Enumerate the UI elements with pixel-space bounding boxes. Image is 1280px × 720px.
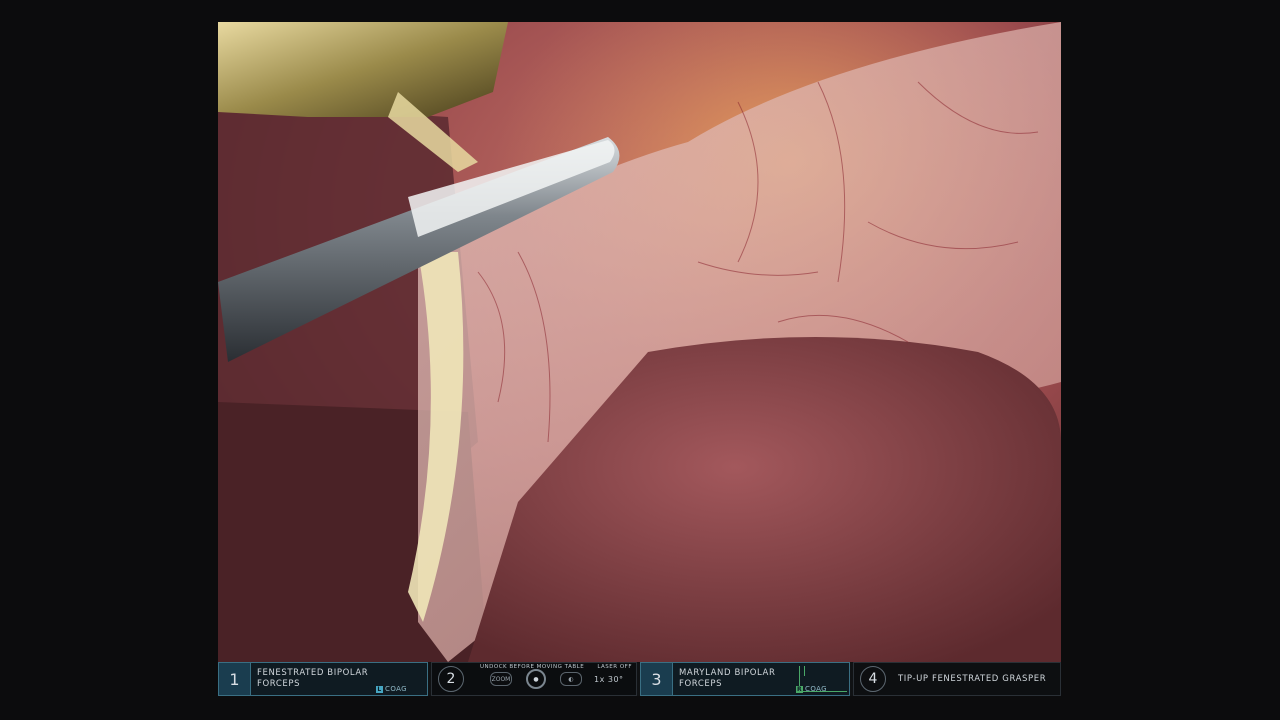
surgeon-console-status-bar: 1 FENESTRATED BIPOLAR FORCEPS L COAG 2 U… bbox=[218, 662, 1061, 696]
arm-3-energy-indicator: R COAG bbox=[796, 685, 827, 693]
scope-zoom-angle: 1x 30° bbox=[594, 674, 624, 684]
arm-1-instrument-name: FENESTRATED BIPOLAR FORCEPS bbox=[257, 668, 369, 689]
arm-1-panel[interactable]: 1 FENESTRATED BIPOLAR FORCEPS L COAG bbox=[218, 662, 428, 696]
undock-warning: UNDOCK BEFORE MOVING TABLE bbox=[480, 664, 585, 670]
arm-3-panel[interactable]: 3 MARYLAND BIPOLAR FORCEPS R COAG bbox=[640, 662, 850, 696]
arm-4-instrument-name: TIP-UP FENESTRATED GRASPER bbox=[898, 673, 1047, 684]
arm-4-panel[interactable]: 4 TIP-UP FENESTRATED GRASPER bbox=[853, 662, 1061, 696]
arm-3-instrument-name: MARYLAND BIPOLAR FORCEPS bbox=[679, 668, 776, 689]
camera-arm-number: 2 bbox=[438, 666, 464, 692]
arm-1-energy-mode: COAG bbox=[385, 685, 407, 693]
zoom-icon[interactable]: ZOOM bbox=[490, 672, 512, 686]
arm-4-number: 4 bbox=[860, 666, 886, 692]
laser-status: LASER OFF bbox=[597, 664, 632, 670]
camera-arm-panel[interactable]: 2 UNDOCK BEFORE MOVING TABLE LASER OFF Z… bbox=[431, 662, 637, 696]
view-mode-icon[interactable]: ◐ bbox=[560, 672, 582, 686]
camera-control-icon[interactable]: ● bbox=[526, 669, 546, 689]
surgical-scene-image bbox=[218, 22, 1061, 662]
arm-1-number: 1 bbox=[219, 663, 251, 695]
arm-1-energy-indicator: L COAG bbox=[376, 685, 407, 693]
left-pedal-icon: L bbox=[376, 685, 384, 693]
endoscope-video-feed bbox=[218, 22, 1061, 662]
right-pedal-icon: R bbox=[796, 685, 804, 693]
arm-3-energy-mode: COAG bbox=[805, 685, 827, 693]
arm-3-number: 3 bbox=[641, 663, 673, 695]
